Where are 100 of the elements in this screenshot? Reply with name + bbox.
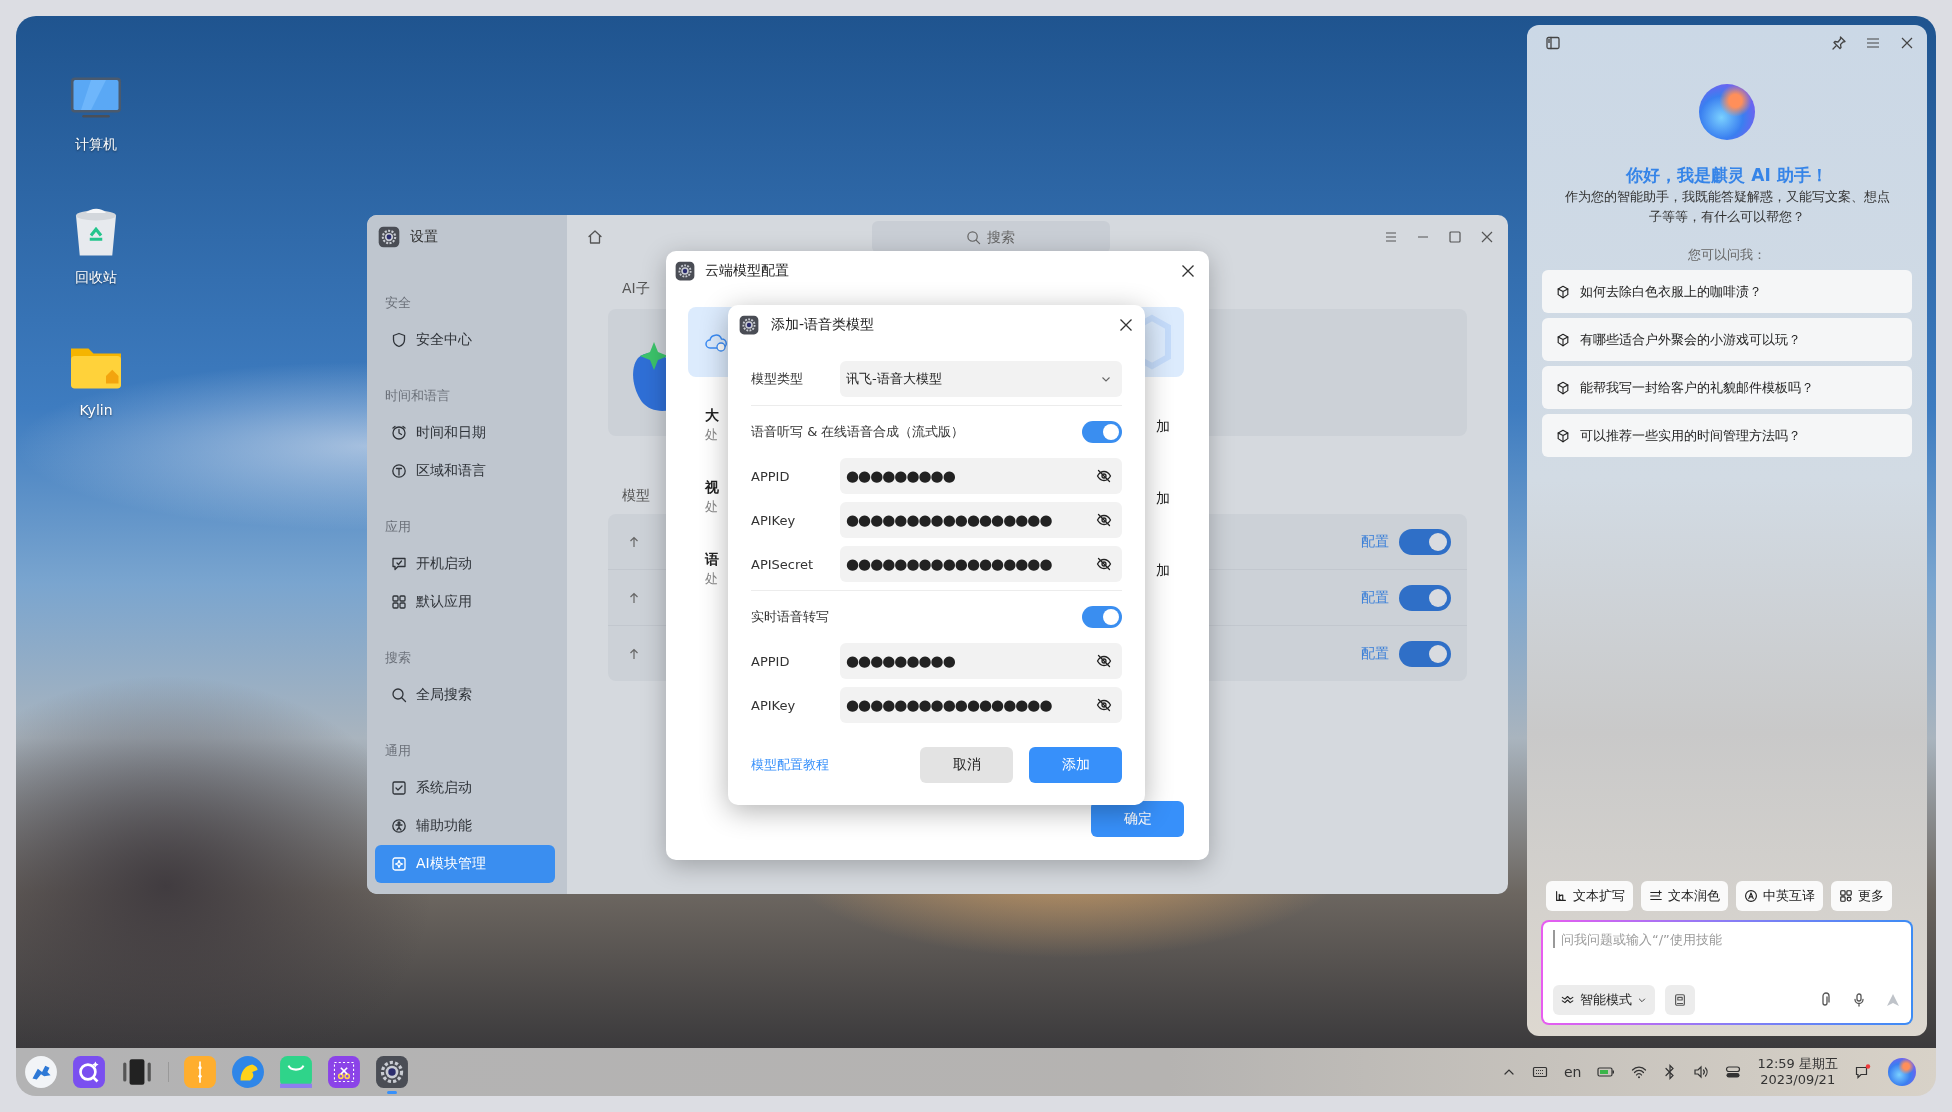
sidebar-item[interactable]: 开机启动 <box>375 545 555 583</box>
keyboard-icon[interactable] <box>1531 1064 1548 1080</box>
password-field[interactable]: ●●●●●●●●●●●●●●●●● <box>840 546 1122 582</box>
chat-icon <box>391 556 407 572</box>
browser-icon <box>231 1055 265 1089</box>
battery-icon[interactable] <box>1597 1065 1616 1079</box>
start-menu-icon <box>24 1055 58 1089</box>
home-icon[interactable] <box>587 229 603 245</box>
switch-icon[interactable] <box>1725 1064 1742 1080</box>
grid-icon <box>391 594 407 610</box>
suggestion-item[interactable]: 可以推荐一些实用的时间管理方法吗？ <box>1542 414 1912 457</box>
mode-dropdown[interactable]: 智能模式 <box>1553 985 1655 1015</box>
check-icon <box>391 780 407 796</box>
settings-app-icon <box>675 261 695 281</box>
partial-text: 加 <box>1156 417 1170 436</box>
suggestion-item[interactable]: 如何去除白色衣服上的咖啡渍？ <box>1542 270 1912 313</box>
search-app-icon <box>72 1055 106 1089</box>
partial-text: 加 <box>1156 489 1170 508</box>
eye-slash-icon[interactable] <box>1096 556 1112 572</box>
close-icon[interactable] <box>1480 230 1494 244</box>
store-bag-icon <box>279 1055 313 1089</box>
section-heading: 模型 <box>622 486 650 505</box>
partial-text: 语 <box>705 550 719 569</box>
field-label: APISecret <box>751 556 815 572</box>
partial-text: 视 <box>705 478 719 497</box>
shield-icon <box>391 332 407 348</box>
settings-app-icon <box>739 315 759 335</box>
search-field[interactable]: 搜索 <box>872 221 1110 253</box>
toggle-switch[interactable] <box>1082 606 1122 628</box>
cancel-button[interactable]: 取消 <box>920 747 1013 783</box>
tool-chip[interactable]: 中英互译 <box>1736 881 1823 911</box>
tool-chip[interactable]: 文本润色 <box>1641 881 1728 911</box>
search-icon <box>966 230 981 245</box>
knowledge-button[interactable] <box>1665 985 1695 1015</box>
section-heading: 时间和语言 <box>384 387 451 405</box>
eye-slash-icon[interactable] <box>1096 697 1112 713</box>
sidebar-toggle-icon[interactable] <box>1545 35 1561 51</box>
section-label: 语音听写 & 在线语音合成（流式版） <box>751 423 965 441</box>
envelope-app-icon <box>183 1055 217 1089</box>
book-icon <box>1673 993 1687 1007</box>
microphone-icon[interactable] <box>1851 992 1867 1008</box>
pin-icon[interactable] <box>1831 35 1847 51</box>
close-icon[interactable] <box>1899 35 1915 51</box>
partial-text: 处 <box>705 426 719 444</box>
volume-icon[interactable] <box>1693 1064 1710 1080</box>
close-icon[interactable] <box>1119 318 1133 332</box>
scissors-app-icon <box>327 1055 361 1089</box>
caret-icon <box>1637 995 1647 1005</box>
close-icon[interactable] <box>1181 264 1195 278</box>
clock-time[interactable]: 12:59 星期五 <box>1757 1056 1838 1072</box>
settings-app-icon <box>378 226 400 248</box>
tool-chip[interactable]: 文本扩写 <box>1546 881 1633 911</box>
sidebar-item[interactable]: 时间和日期 <box>375 414 555 452</box>
icon-label: 计算机 <box>75 136 117 154</box>
dialog-title: 添加-语音类模型 <box>771 316 875 334</box>
toggle-switch[interactable] <box>1399 528 1451 555</box>
model-type-dropdown[interactable]: 讯飞-语音大模型 <box>840 361 1122 397</box>
eye-slash-icon[interactable] <box>1096 512 1112 528</box>
input-language[interactable]: en <box>1563 1064 1582 1080</box>
field-label: APPID <box>751 653 791 669</box>
password-field[interactable]: ●●●●●●●●●●●●●●●●● <box>840 502 1122 538</box>
suggestion-item[interactable]: 能帮我写一封给客户的礼貌邮件模板吗？ <box>1542 366 1912 409</box>
search-icon <box>391 687 407 703</box>
field-label: 模型类型 <box>751 370 804 388</box>
assistant-orb-icon[interactable] <box>1888 1058 1916 1086</box>
chat-input[interactable]: 问我问题或输入“/”使用技能 <box>1553 930 1901 948</box>
maximize-icon[interactable] <box>1448 230 1462 244</box>
section-heading: 搜索 <box>384 649 412 667</box>
arrow-up-icon[interactable] <box>628 647 640 660</box>
icon-label: 回收站 <box>75 269 117 287</box>
sidebar-item[interactable]: 安全中心 <box>375 321 555 359</box>
tool-chip[interactable]: 更多 <box>1831 881 1892 911</box>
arrow-up-icon[interactable] <box>628 535 640 548</box>
sidebar-item[interactable]: 全局搜索 <box>375 676 555 714</box>
sidebar-item[interactable]: 默认应用 <box>375 583 555 621</box>
sidebar-item[interactable]: 区域和语言 <box>375 452 555 490</box>
password-field[interactable]: ●●●●●●●●● <box>840 643 1122 679</box>
password-field[interactable]: ●●●●●●●●●●●●●●●●● <box>840 687 1122 723</box>
cube-icon <box>1556 332 1570 347</box>
sidebar-item[interactable]: 辅助功能 <box>375 807 555 845</box>
toggle-switch[interactable] <box>1399 640 1451 667</box>
sidebar-item[interactable]: 系统启动 <box>375 769 555 807</box>
wifi-icon[interactable] <box>1631 1064 1648 1080</box>
password-field[interactable]: ●●●●●●●●● <box>840 458 1122 494</box>
notification-icon[interactable] <box>1854 1063 1872 1081</box>
suggestion-item[interactable]: 有哪些适合户外聚会的小游戏可以玩？ <box>1542 318 1912 361</box>
toggle-switch[interactable] <box>1082 421 1122 443</box>
section-heading: 应用 <box>384 518 412 536</box>
section-heading: 通用 <box>384 742 412 760</box>
arrow-up-icon[interactable] <box>628 591 640 604</box>
toggle-switch[interactable] <box>1399 584 1451 611</box>
dialog-title: 云端模型配置 <box>705 262 789 280</box>
section-label: 实时语音转写 <box>751 608 829 626</box>
field-label: APIKey <box>751 512 797 528</box>
partial-text: 处 <box>705 498 719 516</box>
eye-slash-icon[interactable] <box>1096 653 1112 669</box>
eye-slash-icon[interactable] <box>1096 468 1112 484</box>
clock-date[interactable]: 2023/09/21 <box>1760 1072 1836 1088</box>
field-label: APPID <box>751 468 791 484</box>
field-label: APIKey <box>751 697 797 713</box>
